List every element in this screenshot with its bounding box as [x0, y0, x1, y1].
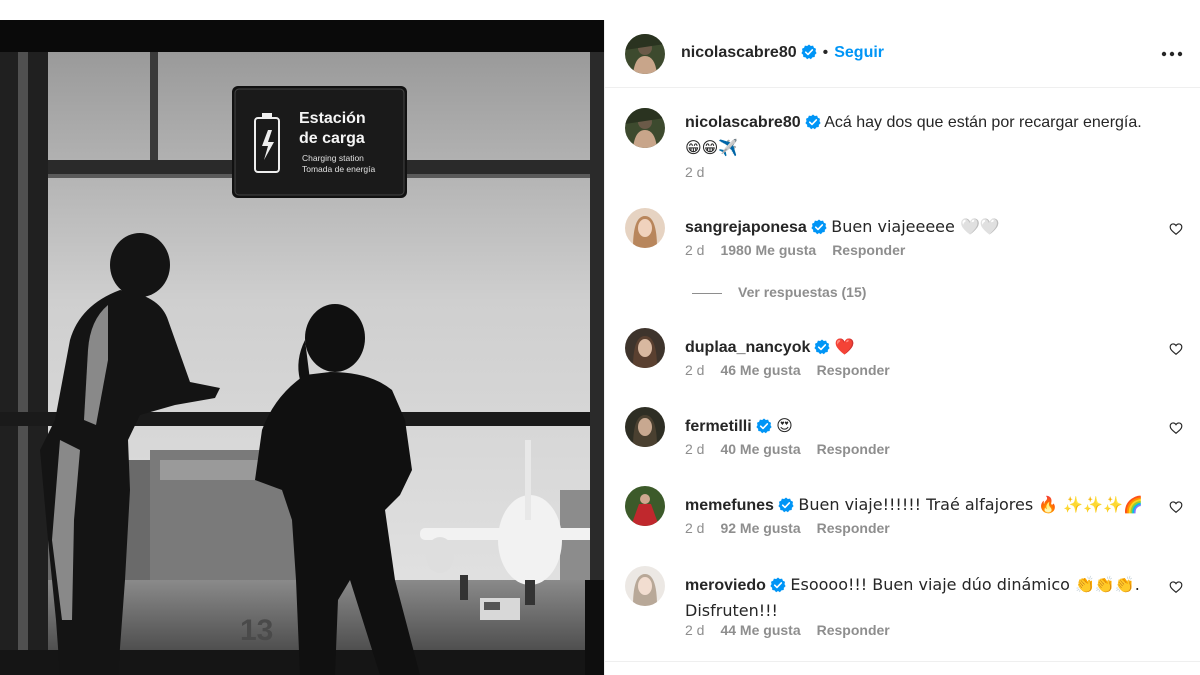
- post-caption: nicolascabre80 Acá hay dos que están por…: [625, 108, 1185, 188]
- comment-item: duplaa_nancyok ❤️ 2 d 46 Me gusta Responde…: [625, 328, 1185, 388]
- commenter-avatar[interactable]: [625, 407, 665, 447]
- comment-time[interactable]: 2 d: [685, 441, 704, 457]
- author-avatar[interactable]: [625, 34, 665, 74]
- commenter-avatar[interactable]: [625, 328, 665, 368]
- view-replies-button[interactable]: Ver respuestas (15): [692, 284, 866, 300]
- reply-button[interactable]: Responder: [817, 520, 890, 536]
- reply-button[interactable]: Responder: [832, 242, 905, 258]
- comment-body: fermetilli 😍: [685, 415, 1155, 441]
- caption-time[interactable]: 2 d: [685, 164, 704, 180]
- comment-meta: 2 d 40 Me gusta Responder: [685, 441, 906, 457]
- reply-button[interactable]: Responder: [817, 441, 890, 457]
- comment-body: memefunes Buen viaje!!!!!! Traé alfajore…: [685, 494, 1155, 520]
- reply-button[interactable]: Responder: [817, 622, 890, 638]
- sign-subtitle-2: Tomada de energía: [302, 164, 376, 174]
- caption-emojis: 😁😁✈️: [685, 138, 739, 157]
- verified-badge-icon: [805, 114, 821, 137]
- comment-likes[interactable]: 1980 Me gusta: [720, 242, 816, 258]
- comment-username[interactable]: duplaa_nancyok: [685, 339, 810, 356]
- separator-dot: •: [822, 44, 829, 61]
- comment-username[interactable]: fermetilli: [685, 418, 752, 435]
- comment-meta: 2 d 44 Me gusta Responder: [685, 622, 906, 638]
- comment-item: fermetilli 😍 2 d 40 Me gusta Responder: [625, 407, 1185, 467]
- comment-likes[interactable]: 44 Me gusta: [720, 622, 800, 638]
- comment-text: 😍: [776, 416, 793, 435]
- comment-time[interactable]: 2 d: [685, 242, 704, 258]
- commenter-avatar[interactable]: [625, 486, 665, 526]
- caption-meta: 2 d: [685, 164, 720, 180]
- reply-button[interactable]: Responder: [817, 362, 890, 378]
- sign-title-2: de carga: [299, 130, 365, 147]
- like-heart-icon[interactable]: [1169, 580, 1183, 594]
- comment-time[interactable]: 2 d: [685, 362, 704, 378]
- header-user-line: nicolascabre80 • Seguir: [681, 44, 884, 65]
- verified-badge-icon: [778, 497, 794, 520]
- comment-body: sangrejaponesa Buen viajeeeee 🤍🤍: [685, 216, 1155, 242]
- like-heart-icon[interactable]: [1169, 500, 1183, 514]
- airport-photo: Estación de carga Charging station Tomad…: [0, 20, 604, 675]
- follow-button[interactable]: Seguir: [834, 44, 884, 61]
- comment-username[interactable]: memefunes: [685, 497, 774, 514]
- comment-meta: 2 d 1980 Me gusta Responder: [685, 242, 921, 258]
- verified-badge-icon: [770, 577, 786, 600]
- comment-item: memefunes Buen viaje!!!!!! Traé alfajore…: [625, 486, 1185, 546]
- comment-item: sangrejaponesa Buen viajeeeee 🤍🤍 2 d 1980…: [625, 208, 1185, 268]
- comment-time[interactable]: 2 d: [685, 622, 704, 638]
- comment-text: Buen viaje!!!!!! Traé alfajores 🔥 ✨✨✨🌈: [798, 495, 1143, 514]
- comment-body: duplaa_nancyok ❤️: [685, 336, 1155, 362]
- author-username[interactable]: nicolascabre80: [681, 44, 797, 61]
- comment-username[interactable]: sangrejaponesa: [685, 219, 807, 236]
- like-heart-icon[interactable]: [1169, 222, 1183, 236]
- like-heart-icon[interactable]: [1169, 342, 1183, 356]
- comment-text: ❤️: [834, 337, 855, 356]
- replies-divider: [692, 292, 722, 294]
- post-header: nicolascabre80 • Seguir: [605, 20, 1200, 88]
- comment-item: meroviedo Esoooo!!! Buen viaje dúo dinám…: [625, 566, 1185, 646]
- view-replies-label[interactable]: Ver respuestas (15): [738, 284, 866, 300]
- commenter-avatar[interactable]: [625, 208, 665, 248]
- comment-text: Buen viajeeeee 🤍🤍: [831, 217, 1000, 236]
- comment-username[interactable]: meroviedo: [685, 577, 766, 594]
- verified-badge-icon: [756, 418, 772, 441]
- comment-meta: 2 d 92 Me gusta Responder: [685, 520, 906, 536]
- post-photo[interactable]: Estación de carga Charging station Tomad…: [0, 20, 604, 675]
- more-options-icon[interactable]: [1161, 44, 1183, 62]
- sign-subtitle-1: Charging station: [302, 153, 364, 163]
- comment-time[interactable]: 2 d: [685, 520, 704, 536]
- verified-badge-icon: [814, 339, 830, 362]
- caption-text: Acá hay dos que están por recargar energ…: [824, 114, 1142, 131]
- verified-badge-icon: [811, 219, 827, 242]
- sign-title-1: Estación: [299, 110, 366, 127]
- comments-bottom-divider: [605, 661, 1200, 662]
- like-heart-icon[interactable]: [1169, 421, 1183, 435]
- comment-body: meroviedo Esoooo!!! Buen viaje dúo dinám…: [685, 574, 1155, 623]
- comment-meta: 2 d 46 Me gusta Responder: [685, 362, 906, 378]
- comment-likes[interactable]: 40 Me gusta: [720, 441, 800, 457]
- caption-body: nicolascabre80 Acá hay dos que están por…: [685, 112, 1185, 160]
- comment-likes[interactable]: 46 Me gusta: [720, 362, 800, 378]
- commenter-avatar[interactable]: [625, 566, 665, 606]
- verified-badge-icon: [801, 44, 817, 65]
- caption-avatar[interactable]: [625, 108, 665, 148]
- caption-username[interactable]: nicolascabre80: [685, 114, 801, 131]
- comment-likes[interactable]: 92 Me gusta: [720, 520, 800, 536]
- gate-number: 13: [240, 614, 273, 647]
- post-side-panel: nicolascabre80 • Seguir nicolascabre80 Acá…: [604, 20, 1200, 675]
